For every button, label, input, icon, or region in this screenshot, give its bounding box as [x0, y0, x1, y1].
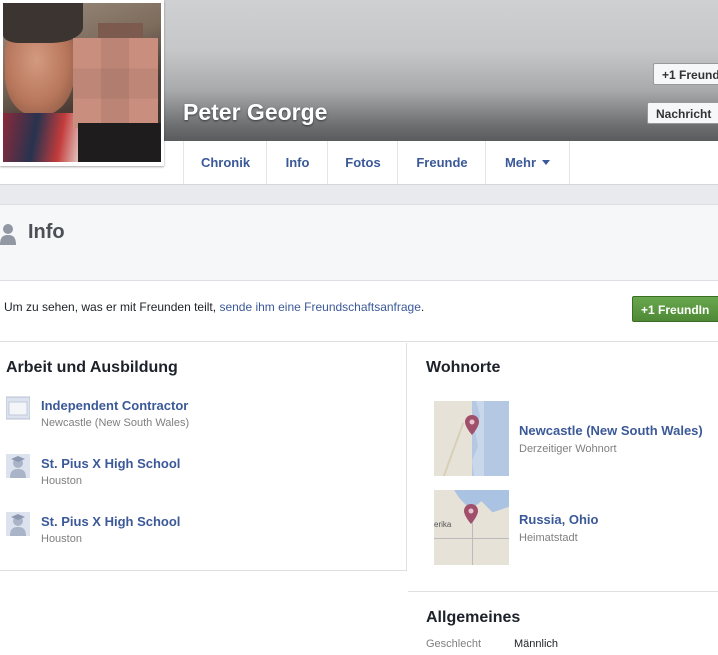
divider — [408, 591, 718, 592]
person-icon — [0, 224, 16, 245]
map-label: erika — [434, 520, 452, 529]
places-section: Wohnorte Newcastle (New South Wales) Der… — [408, 343, 718, 655]
map-pin-icon — [465, 415, 479, 435]
message-button[interactable]: Nachricht — [647, 102, 718, 124]
friend-request-link[interactable]: sende ihm eine Freundschaftsanfrage — [219, 300, 420, 314]
page-title: Info — [28, 221, 65, 243]
tab-freunde[interactable]: Freunde — [397, 141, 486, 184]
work-item-title[interactable]: St. Pius X High School — [41, 514, 180, 529]
work-item-title[interactable]: Independent Contractor — [41, 398, 188, 413]
map-thumbnail[interactable] — [434, 401, 509, 476]
map-pin-icon — [464, 504, 478, 524]
work-item: St. Pius X High School Houston — [0, 454, 400, 500]
places-section-title: Wohnorte — [426, 359, 501, 376]
tab-chronik[interactable]: Chronik — [183, 141, 267, 184]
work-item: Independent Contractor Newcastle (New So… — [0, 396, 400, 442]
general-section-title: Allgemeines — [426, 609, 521, 626]
add-friend-green-button[interactable]: +1 FreundIn — [632, 296, 718, 322]
place-sub: Heimatstadt — [519, 532, 578, 544]
work-item: St. Pius X High School Houston — [0, 512, 400, 558]
friend-request-text-after: . — [420, 300, 425, 314]
friend-request-bar: Um zu sehen, was er mit Freunden teilt, … — [0, 282, 718, 342]
work-item-sub: Houston — [41, 533, 82, 545]
friend-request-text-before: Um zu sehen, was er mit Freunden teilt, — [4, 300, 217, 314]
place-title[interactable]: Newcastle (New South Wales) — [519, 423, 703, 438]
profile-picture[interactable] — [0, 0, 164, 166]
profile-photo — [3, 3, 161, 162]
divider — [0, 185, 718, 204]
map-thumbnail[interactable]: erika — [434, 490, 509, 565]
place-title[interactable]: Russia, Ohio — [519, 512, 598, 527]
tab-info[interactable]: Info — [266, 141, 328, 184]
tab-mehr-label: Mehr — [504, 155, 537, 170]
chevron-down-icon — [542, 160, 551, 165]
tab-fotos[interactable]: Fotos — [327, 141, 398, 184]
place-sub: Derzeitiger Wohnort — [519, 443, 617, 455]
tab-mehr[interactable]: Mehr — [485, 141, 570, 184]
friend-request-text: Um zu sehen, was er mit Freunden teilt, … — [4, 300, 424, 314]
profile-name[interactable]: Peter George — [183, 99, 327, 126]
add-friend-button[interactable]: +1 Freund — [653, 63, 718, 85]
graduation-icon — [6, 512, 30, 536]
gender-label: Geschlecht — [426, 638, 482, 650]
briefcase-icon — [6, 396, 30, 420]
work-item-sub: Newcastle (New South Wales) — [41, 417, 190, 429]
gender-value: Männlich — [514, 638, 559, 650]
work-section-title: Arbeit und Ausbildung — [6, 359, 178, 376]
work-item-sub: Houston — [41, 475, 82, 487]
info-header: Info — [0, 204, 718, 281]
graduation-icon — [6, 454, 30, 478]
work-item-title[interactable]: St. Pius X High School — [41, 456, 180, 471]
work-education-section: Arbeit und Ausbildung Independent Contra… — [0, 343, 407, 571]
